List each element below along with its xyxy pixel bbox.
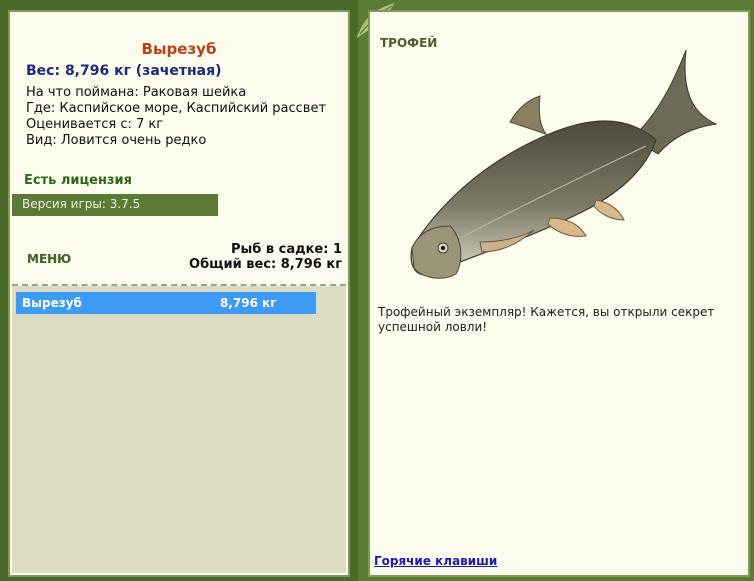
keepnet-stats: Рыб в садке: 1 Общий вес: 8,796 кг [189,242,342,272]
list-item[interactable]: Вырезуб 8,796 кг [16,292,316,314]
list-item-name: Вырезуб [22,296,82,310]
fish-title: Вырезуб [141,40,217,58]
trophy-message: Трофейный экземпляр! Кажется, вы открыли… [378,305,715,334]
fish-info-panel: Вырезуб Вес: 8,796 кг (зачетная) На что … [8,10,350,577]
fish-place: Где: Каспийское море, Каспийский рассвет [26,101,327,116]
fish-kind: Вид: Ловится очень редко [26,133,207,148]
fish-count: Рыб в садке: 1 [230,242,342,257]
hotkeys-link[interactable]: Горячие клавиши [374,554,497,568]
list-item-weight: 8,796 кг [220,296,277,310]
version-bar: Версия игры: 3.7.5 [12,194,218,216]
fish-weight: Вес: 8,796 кг (зачетная) [26,63,222,79]
trophy-panel: ТРОФЕЙ Трофейный экземпляр! Кажется, вы … [368,10,750,577]
fish-details: На что поймана: Раковая шейка Где: Каспи… [26,85,326,149]
total-weight: Общий вес: 8,796 кг [189,257,342,272]
catch-list: Вырезуб 8,796 кг [12,286,346,573]
fish-bait: На что поймана: Раковая шейка [26,85,247,100]
fish-rating: Оценивается с: 7 кг [26,117,164,132]
license-status: Есть лицензия [24,173,132,188]
fish-image [410,49,718,279]
menu-button[interactable]: МЕНЮ [27,252,71,266]
